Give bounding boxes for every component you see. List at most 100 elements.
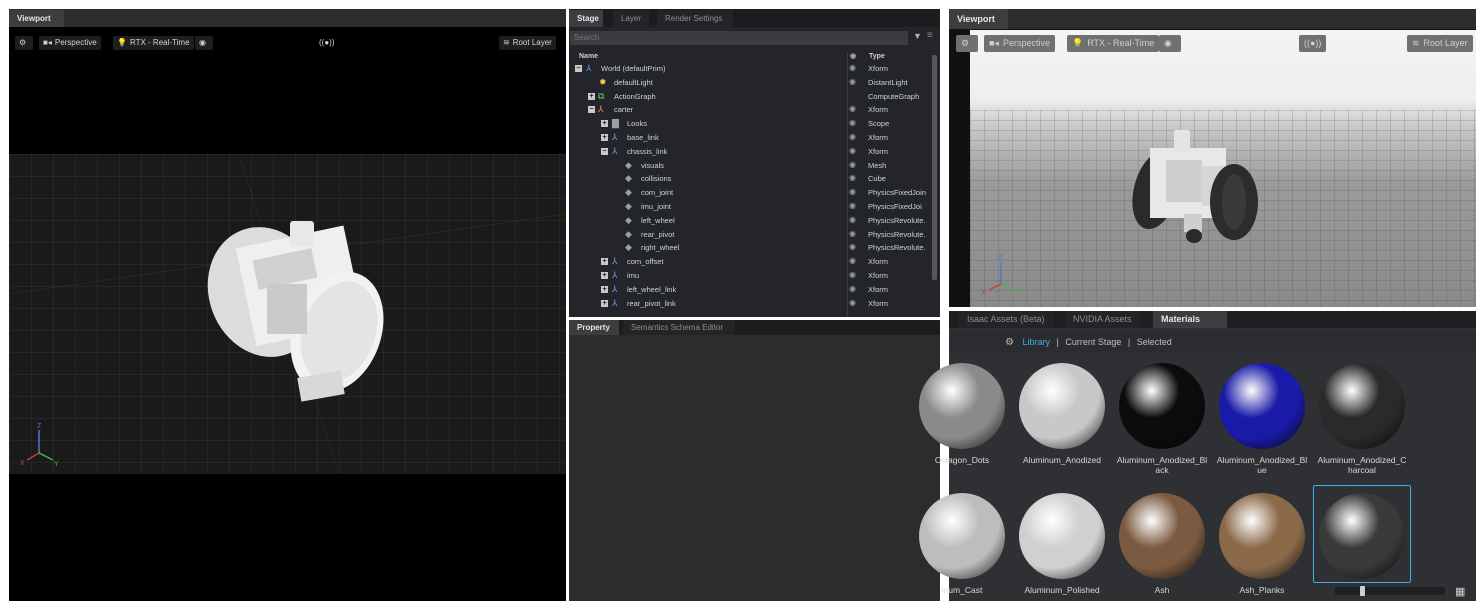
tree-row-looks[interactable]: + ▇ Looks ◉ Scope — [569, 117, 935, 131]
tree-row-chassis-link[interactable]: − ⅄ chassis_link ◉ Xform — [569, 145, 935, 159]
library-link[interactable]: Library — [1022, 337, 1050, 347]
eye-icon[interactable]: ◉ — [849, 146, 856, 155]
gear-icon[interactable]: ⚙ — [1005, 337, 1014, 348]
eye-icon[interactable]: ◉ — [849, 270, 856, 279]
tree-row-actiongraph[interactable]: + ⧉ ActionGraph ComputeGraph — [569, 90, 935, 104]
viewport-settings-button[interactable]: ⚙ — [15, 36, 34, 50]
tab-render-settings[interactable]: Render Settings — [657, 10, 733, 27]
camera-perspective-button[interactable]: ■◂ Perspective — [39, 36, 101, 50]
root-layer-button[interactable]: ≋ Root Layer — [499, 36, 556, 50]
collapse-icon[interactable]: − — [575, 65, 582, 72]
tree-row-imu-joint[interactable]: ◆ imu_joint ◉ PhysicsFixedJoi — [569, 200, 935, 214]
tab-layer[interactable]: Layer — [613, 10, 650, 27]
renderer-button[interactable]: 💡 RTX - Real-Time — [1067, 35, 1160, 52]
tab-isaac-assets[interactable]: Isaac Assets (Beta) — [959, 311, 1053, 328]
filter-separator: | — [1127, 337, 1131, 347]
viewport-right[interactable]: Viewport Z X Y ⚙ ■◂ Perspective 💡 RTX - … — [949, 9, 1476, 307]
broadcast-button[interactable]: ((●)) — [1299, 35, 1327, 52]
robot-render-left — [9, 154, 566, 474]
viewport-scene-right[interactable]: Z X Y — [970, 30, 1476, 307]
gear-icon: ⚙ — [961, 38, 970, 48]
stage-search-input[interactable] — [570, 31, 908, 45]
visibility-button[interactable]: ◉ — [195, 36, 213, 50]
tree-row-base-link[interactable]: + ⅄ base_link ◉ Xform — [569, 131, 935, 145]
expand-icon[interactable]: + — [601, 133, 608, 141]
expand-icon[interactable]: + — [601, 120, 608, 128]
tab-nvidia-assets[interactable]: NVIDIA Assets — [1065, 311, 1140, 328]
eye-icon[interactable]: ◉ — [849, 160, 856, 169]
eye-icon[interactable]: ◉ — [849, 215, 856, 224]
tree-row-visuals[interactable]: ◆ visuals ◉ Mesh — [569, 159, 935, 173]
name-column-header[interactable]: Name — [579, 53, 598, 60]
type-column-header[interactable]: Type — [869, 53, 885, 60]
material-preview-sphere — [919, 493, 1005, 579]
eye-icon[interactable]: ◉ — [849, 132, 856, 141]
tree-row-left-wheel-link[interactable]: + ⅄ left_wheel_link ◉ Xform — [569, 283, 935, 297]
viewport-settings-button[interactable]: ⚙ — [956, 35, 979, 52]
tab-semantics-schema-editor[interactable]: Semantics Schema Editor — [623, 320, 735, 335]
expand-icon[interactable]: + — [601, 258, 608, 266]
material-tile[interactable]: Ash_Planks — [1212, 493, 1312, 595]
eye-icon[interactable]: ◉ — [849, 256, 856, 265]
material-tile[interactable]: Aluminum_Polished — [1012, 493, 1112, 595]
tree-row-collisions[interactable]: ◆ collisions ◉ Cube — [569, 172, 935, 186]
eye-icon[interactable]: ◉ — [849, 173, 856, 182]
eye-icon[interactable]: ◉ — [849, 118, 856, 127]
expand-icon[interactable]: + — [601, 271, 608, 279]
current-stage-link[interactable]: Current Stage — [1065, 337, 1121, 347]
material-tile[interactable]: inum_Cast — [912, 493, 1012, 595]
thumbnail-size-slider[interactable] — [1335, 586, 1445, 596]
material-tile[interactable]: Aluminum_Anodized — [1012, 363, 1112, 465]
eye-icon[interactable]: ◉ — [849, 63, 856, 72]
tree-row-left-wheel[interactable]: ◆ left_wheel ◉ PhysicsRevolute. — [569, 214, 935, 228]
menu-icon[interactable]: ≡ — [927, 30, 933, 41]
eye-icon[interactable]: ◉ — [849, 298, 856, 307]
tree-row-world[interactable]: − ⅄ World (defaultPrim) ◉ Xform — [569, 62, 935, 76]
eye-icon[interactable]: ◉ — [849, 201, 856, 210]
visibility-button[interactable]: ◉ — [1159, 35, 1181, 52]
tree-row-imu[interactable]: + ⅄ imu ◉ Xform — [569, 269, 935, 283]
filter-icon[interactable]: ▼ — [913, 31, 922, 41]
material-tile[interactable]: Aluminum_Anodized_C harcoal — [1312, 363, 1412, 475]
eye-icon[interactable]: ◉ — [849, 242, 856, 251]
eye-icon[interactable]: ◉ — [849, 284, 856, 293]
material-tile[interactable]: Aluminum_Anodized_Bl ack — [1112, 363, 1212, 475]
tree-row-rear-pivot[interactable]: ◆ rear_pivot ◉ PhysicsRevolute. — [569, 228, 935, 242]
grid-view-icon[interactable]: ▦ — [1455, 585, 1465, 598]
material-tile[interactable]: Aluminum_Anodized_Bl ue — [1212, 363, 1312, 475]
slider-knob[interactable] — [1360, 586, 1365, 596]
tree-row-defaultlight[interactable]: ✹ defaultLight ◉ DistantLight — [569, 76, 935, 90]
eye-icon[interactable]: ◉ — [849, 104, 856, 113]
tree-row-label: collisions — [641, 174, 672, 184]
tab-viewport-left[interactable]: Viewport — [9, 10, 64, 27]
collapse-icon[interactable]: − — [601, 147, 608, 155]
root-layer-button[interactable]: ≋ Root Layer — [1407, 35, 1473, 52]
collapse-icon[interactable]: − — [588, 106, 595, 114]
material-tile[interactable]: Octagon_Dots — [912, 363, 1012, 465]
stage-scrollbar[interactable] — [932, 55, 937, 280]
tree-row-rear-pivot-link[interactable]: + ⅄ rear_pivot_link ◉ Xform — [569, 297, 935, 311]
tab-viewport-right[interactable]: Viewport — [949, 9, 1008, 29]
renderer-button[interactable]: 💡 RTX - Real-Time — [113, 36, 194, 50]
tree-row-label: imu_joint — [641, 201, 672, 211]
expand-icon[interactable]: + — [601, 285, 608, 293]
eye-icon[interactable]: ◉ — [849, 187, 856, 196]
broadcast-button[interactable]: ((●)) — [315, 36, 339, 50]
tree-row-com-offset[interactable]: + ⅄ com_offset ◉ Xform — [569, 255, 935, 269]
tab-property[interactable]: Property — [569, 320, 619, 335]
tree-row-com-joint[interactable]: ◆ com_joint ◉ PhysicsFixedJoin — [569, 186, 935, 200]
eye-icon[interactable]: ◉ — [849, 77, 856, 86]
viewport-left[interactable]: Viewport ⚙ ■◂ Perspective 💡 RTX - Real-Tim… — [9, 9, 566, 601]
graph-icon: ⧉ — [598, 90, 605, 101]
camera-perspective-button[interactable]: ■◂ Perspective — [984, 35, 1055, 52]
tree-row-right-wheel[interactable]: ◆ right_wheel ◉ PhysicsRevolute. — [569, 241, 935, 255]
eye-icon[interactable]: ◉ — [849, 229, 856, 238]
tree-row-carter[interactable]: − ⅄ carter ◉ Xform — [569, 103, 935, 117]
selected-link[interactable]: Selected — [1137, 337, 1172, 347]
tab-materials[interactable]: Materials — [1153, 311, 1227, 328]
material-tile[interactable]: Ash — [1112, 493, 1212, 595]
expand-icon[interactable]: + — [588, 92, 595, 100]
expand-icon[interactable]: + — [601, 299, 608, 307]
viewport-scene-left[interactable]: Z X Y — [9, 154, 566, 474]
tab-stage[interactable]: Stage — [569, 10, 603, 27]
